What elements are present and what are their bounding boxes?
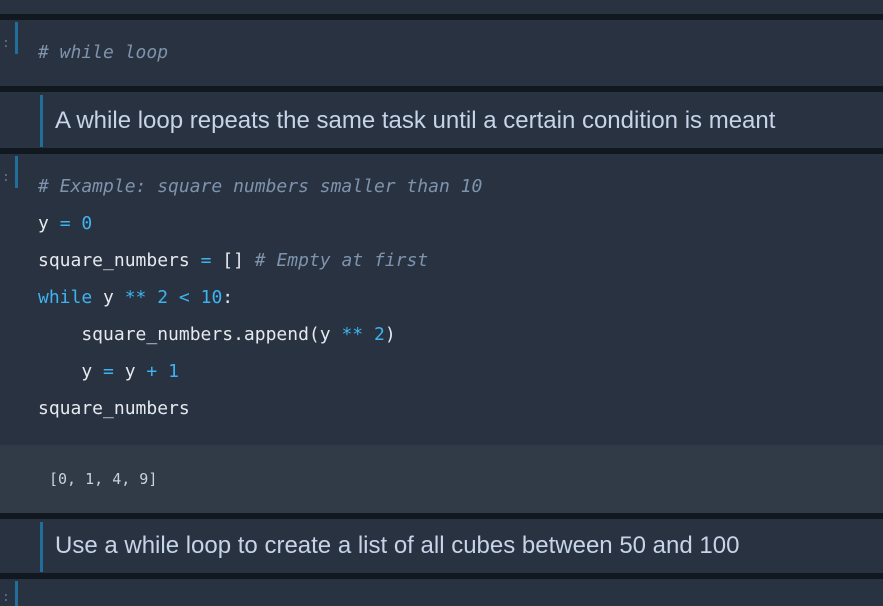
code-token-number: 2 bbox=[373, 324, 385, 345]
code-line-3: square_numbers = [] # Empty at first bbox=[38, 250, 428, 272]
markdown-cell-while-loop[interactable]: A while loop repeats the same task until… bbox=[0, 92, 883, 148]
code-token-operator: + bbox=[146, 361, 158, 382]
code-token-number: 1 bbox=[168, 361, 179, 382]
cell-active-bar bbox=[15, 581, 18, 606]
top-divider bbox=[0, 0, 883, 14]
code-line-4: while y ** 2 < 10: bbox=[38, 287, 233, 309]
code-line-1: # Example: square numbers smaller than 1… bbox=[38, 176, 483, 197]
code-token: y bbox=[113, 361, 147, 382]
code-cell-empty[interactable]: : bbox=[0, 579, 883, 606]
code-token: square_numbers.append(y bbox=[38, 324, 342, 345]
cell-prompt: : bbox=[2, 36, 10, 51]
code-token-operator: = bbox=[59, 213, 71, 234]
markdown-text: Use a while loop to create a list of all… bbox=[55, 532, 740, 559]
markdown-quote-bar bbox=[40, 95, 43, 147]
code-token: [] bbox=[211, 250, 255, 271]
markdown-quote-bar bbox=[40, 522, 43, 572]
code-line-6: y = y + 1 bbox=[38, 361, 179, 383]
code-token: y bbox=[38, 213, 60, 234]
code-token-keyword: while bbox=[38, 287, 93, 308]
markdown-text: A while loop repeats the same task until… bbox=[55, 107, 776, 134]
code-token: square_numbers bbox=[38, 250, 201, 271]
code-token-number: 2 bbox=[157, 287, 169, 308]
code-token-operator: ** bbox=[341, 324, 364, 345]
code-comment: # while loop bbox=[38, 42, 169, 63]
cell-prompt: : bbox=[2, 170, 10, 185]
code-token-operator: = bbox=[200, 250, 212, 271]
code-cell-square-numbers[interactable]: : # Example: square numbers smaller than… bbox=[0, 154, 883, 445]
markdown-cell-cubes-task[interactable]: Use a while loop to create a list of all… bbox=[0, 519, 883, 573]
output-text: [0, 1, 4, 9] bbox=[49, 470, 158, 488]
cell-prompt: : bbox=[2, 590, 10, 605]
cell-active-bar bbox=[15, 156, 18, 188]
code-token: ) bbox=[384, 324, 396, 345]
code-line-7: square_numbers bbox=[38, 398, 190, 419]
code-token: y bbox=[92, 287, 125, 308]
code-token-operator: ** bbox=[124, 287, 147, 308]
code-token-operator: < bbox=[178, 287, 190, 308]
cell-active-bar bbox=[15, 22, 18, 54]
code-token-number: 0 bbox=[81, 213, 93, 234]
code-token-operator: = bbox=[103, 361, 114, 382]
code-line-5: square_numbers.append(y ** 2) bbox=[38, 324, 396, 346]
code-line-2: y = 0 bbox=[38, 213, 92, 235]
code-token: y bbox=[38, 361, 104, 382]
code-cell-while-loop-comment[interactable]: : # while loop bbox=[0, 20, 883, 86]
code-token-number: 10 bbox=[200, 287, 223, 308]
code-token: : bbox=[222, 287, 234, 308]
output-area: [0, 1, 4, 9] bbox=[0, 445, 883, 513]
code-token-comment: # Empty at first bbox=[254, 250, 429, 271]
